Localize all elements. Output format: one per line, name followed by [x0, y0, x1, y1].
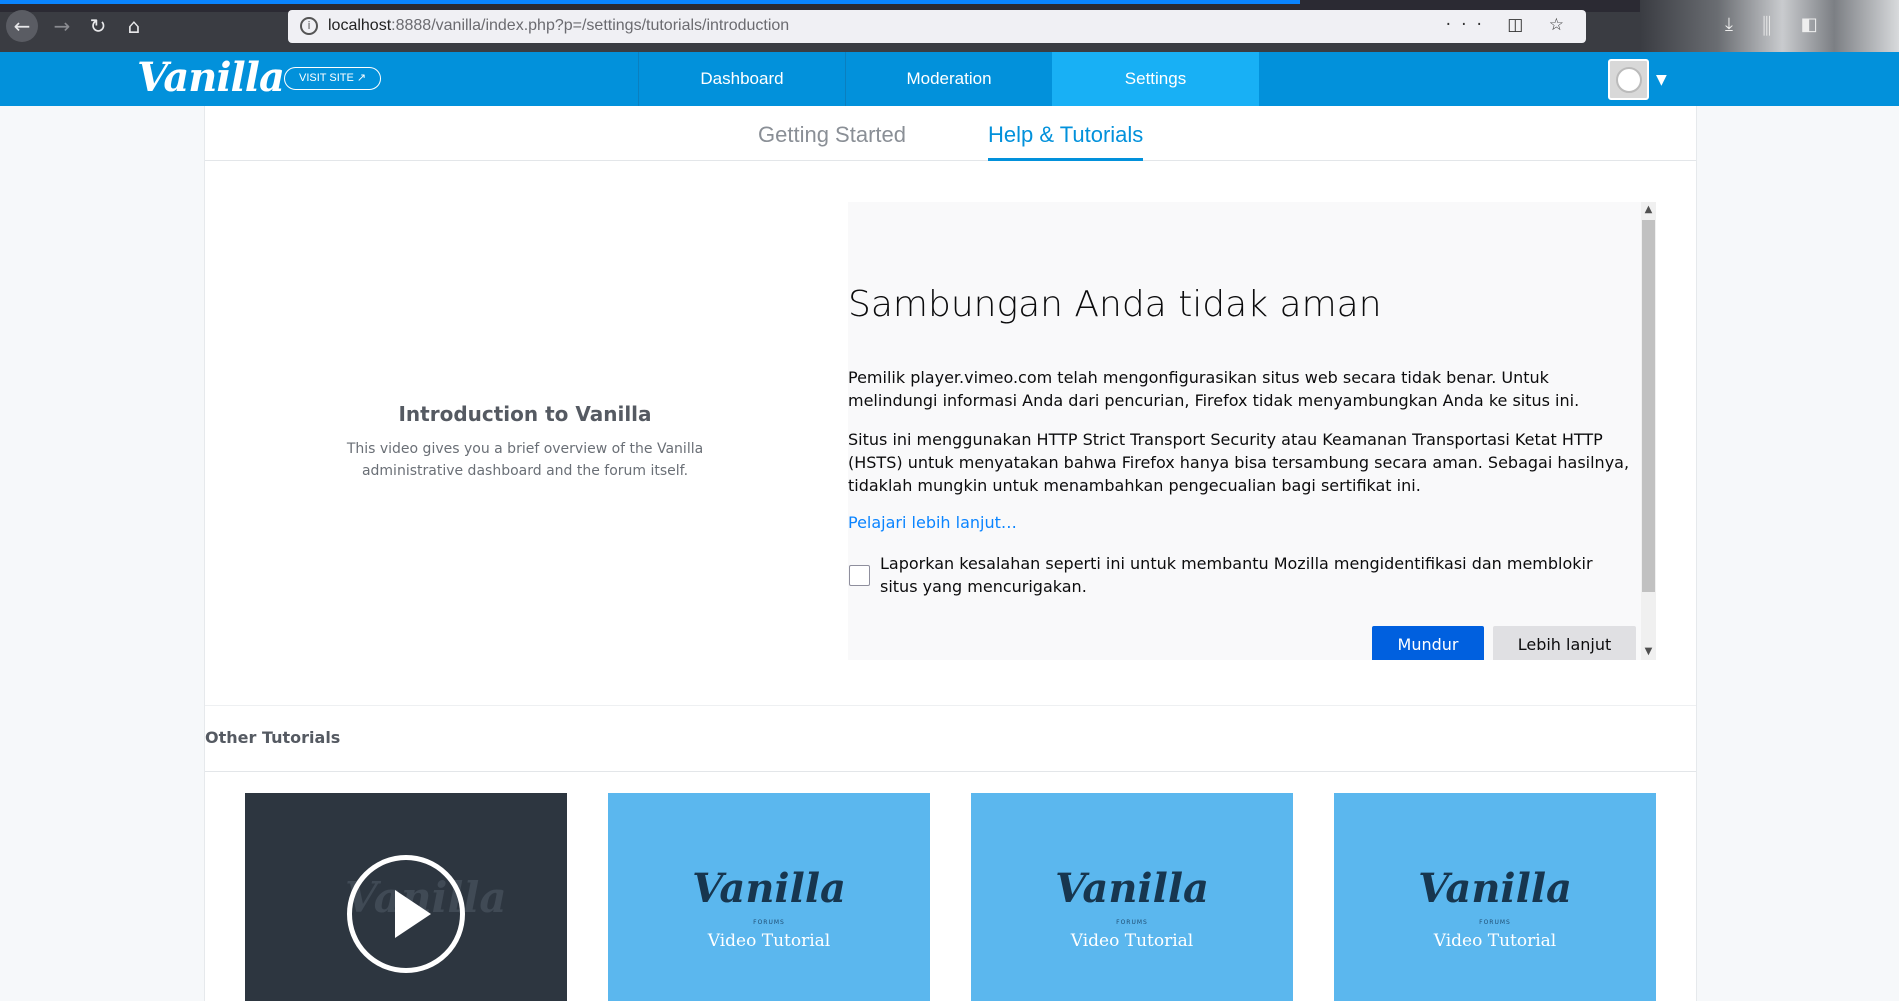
section-divider: [205, 705, 1696, 706]
url-text[interactable]: localhost:8888/vanilla/index.php?p=/sett…: [328, 17, 789, 35]
vanilla-logo[interactable]: Vanilla: [137, 54, 285, 101]
thumbnail-caption: Video Tutorial: [1433, 931, 1557, 951]
thumbnail-caption: Video Tutorial: [1070, 931, 1194, 951]
app-header: Vanilla VISIT SITE ↗ Dashboard Moderatio…: [0, 52, 1899, 106]
thumbnail-logo: Vanilla: [692, 865, 846, 912]
visit-site-button[interactable]: VISIT SITE ↗: [284, 67, 382, 90]
url-bar[interactable]: i localhost:8888/vanilla/index.php?p=/se…: [288, 10, 1586, 43]
report-checkbox[interactable]: [849, 565, 870, 586]
frame-scrollbar[interactable]: ▲ ▼: [1641, 202, 1656, 660]
play-triangle: [395, 890, 431, 938]
learn-more-link[interactable]: Pelajari lebih lanjut…: [848, 513, 1017, 532]
chevron-down-icon[interactable]: ▼: [1656, 72, 1667, 88]
url-host: localhost: [328, 17, 392, 34]
thumbnail-caption: Video Tutorial: [707, 931, 831, 951]
intro-description: This video gives you a brief overview of…: [346, 441, 704, 479]
thumbnail-forums: FORUMS: [1116, 919, 1148, 926]
back-arrow-icon[interactable]: ←: [6, 10, 38, 42]
site-info-icon[interactable]: i: [300, 17, 318, 35]
thumbnail-logo: Vanilla: [1418, 865, 1572, 912]
back-button[interactable]: Mundur: [1372, 626, 1484, 660]
advanced-button[interactable]: Lebih lanjut: [1493, 626, 1636, 660]
tab-help-tutorials[interactable]: Help & Tutorials: [988, 122, 1144, 161]
home-icon[interactable]: ⌂: [118, 10, 150, 42]
tutorial-card[interactable]: Vanilla FORUMS Video Tutorial: [1334, 793, 1656, 1001]
avatar-face-icon: [1616, 67, 1642, 93]
intro-title: Introduction to Vanilla: [398, 402, 652, 426]
avatar[interactable]: [1608, 59, 1649, 100]
error-paragraph-1: Pemilik player.vimeo.com telah mengonfig…: [848, 368, 1580, 410]
scroll-thumb[interactable]: [1642, 220, 1655, 592]
reload-icon[interactable]: ↻: [82, 10, 114, 42]
scroll-up-icon[interactable]: ▲: [1641, 202, 1656, 218]
main-nav: Dashboard Moderation Settings: [638, 52, 1259, 106]
browser-toolbar: ← → ↻ ⌂ i localhost:8888/vanilla/index.p…: [0, 0, 1899, 52]
tutorial-card[interactable]: Vanilla FORUMS Video Tutorial: [608, 793, 930, 1001]
url-path: :8888/vanilla/index.php?p=/settings/tuto…: [391, 17, 790, 34]
tab-getting-started[interactable]: Getting Started: [758, 122, 906, 148]
thumbnail-forums: FORUMS: [1479, 919, 1511, 926]
library-icon[interactable]: ⤓ ⫼ ◧: [1725, 14, 1830, 35]
page-actions-icon[interactable]: ··· ◫ ☆: [1446, 15, 1574, 35]
active-tab-indicator: [0, 0, 1300, 4]
tutorial-card[interactable]: Vanilla FORUMS Video Tutorial: [971, 793, 1293, 1001]
section-divider: [205, 771, 1696, 772]
nav-moderation[interactable]: Moderation: [845, 52, 1052, 106]
nav-dashboard[interactable]: Dashboard: [638, 52, 845, 106]
sub-tabs: Getting Started Help & Tutorials: [205, 106, 1696, 161]
forward-arrow-icon[interactable]: →: [46, 10, 78, 42]
video-embed-error-frame: Sambungan Anda tidak aman Pemilik player…: [848, 202, 1656, 660]
other-tutorials-title: Other Tutorials: [205, 728, 341, 747]
content-panel: Getting Started Help & Tutorials Introdu…: [204, 106, 1697, 1001]
scroll-down-icon[interactable]: ▼: [1641, 644, 1656, 660]
nav-settings[interactable]: Settings: [1052, 52, 1259, 106]
error-paragraph-2: Situs ini menggunakan HTTP Strict Transp…: [848, 430, 1630, 495]
play-icon[interactable]: [347, 855, 465, 973]
tutorial-card[interactable]: Vanilla: [245, 793, 567, 1001]
error-title: Sambungan Anda tidak aman: [848, 284, 1382, 325]
thumbnail-forums: FORUMS: [753, 919, 785, 926]
report-checkbox-label: Laporkan kesalahan seperti ini untuk mem…: [880, 554, 1593, 596]
thumbnail-logo: Vanilla: [1055, 865, 1209, 912]
